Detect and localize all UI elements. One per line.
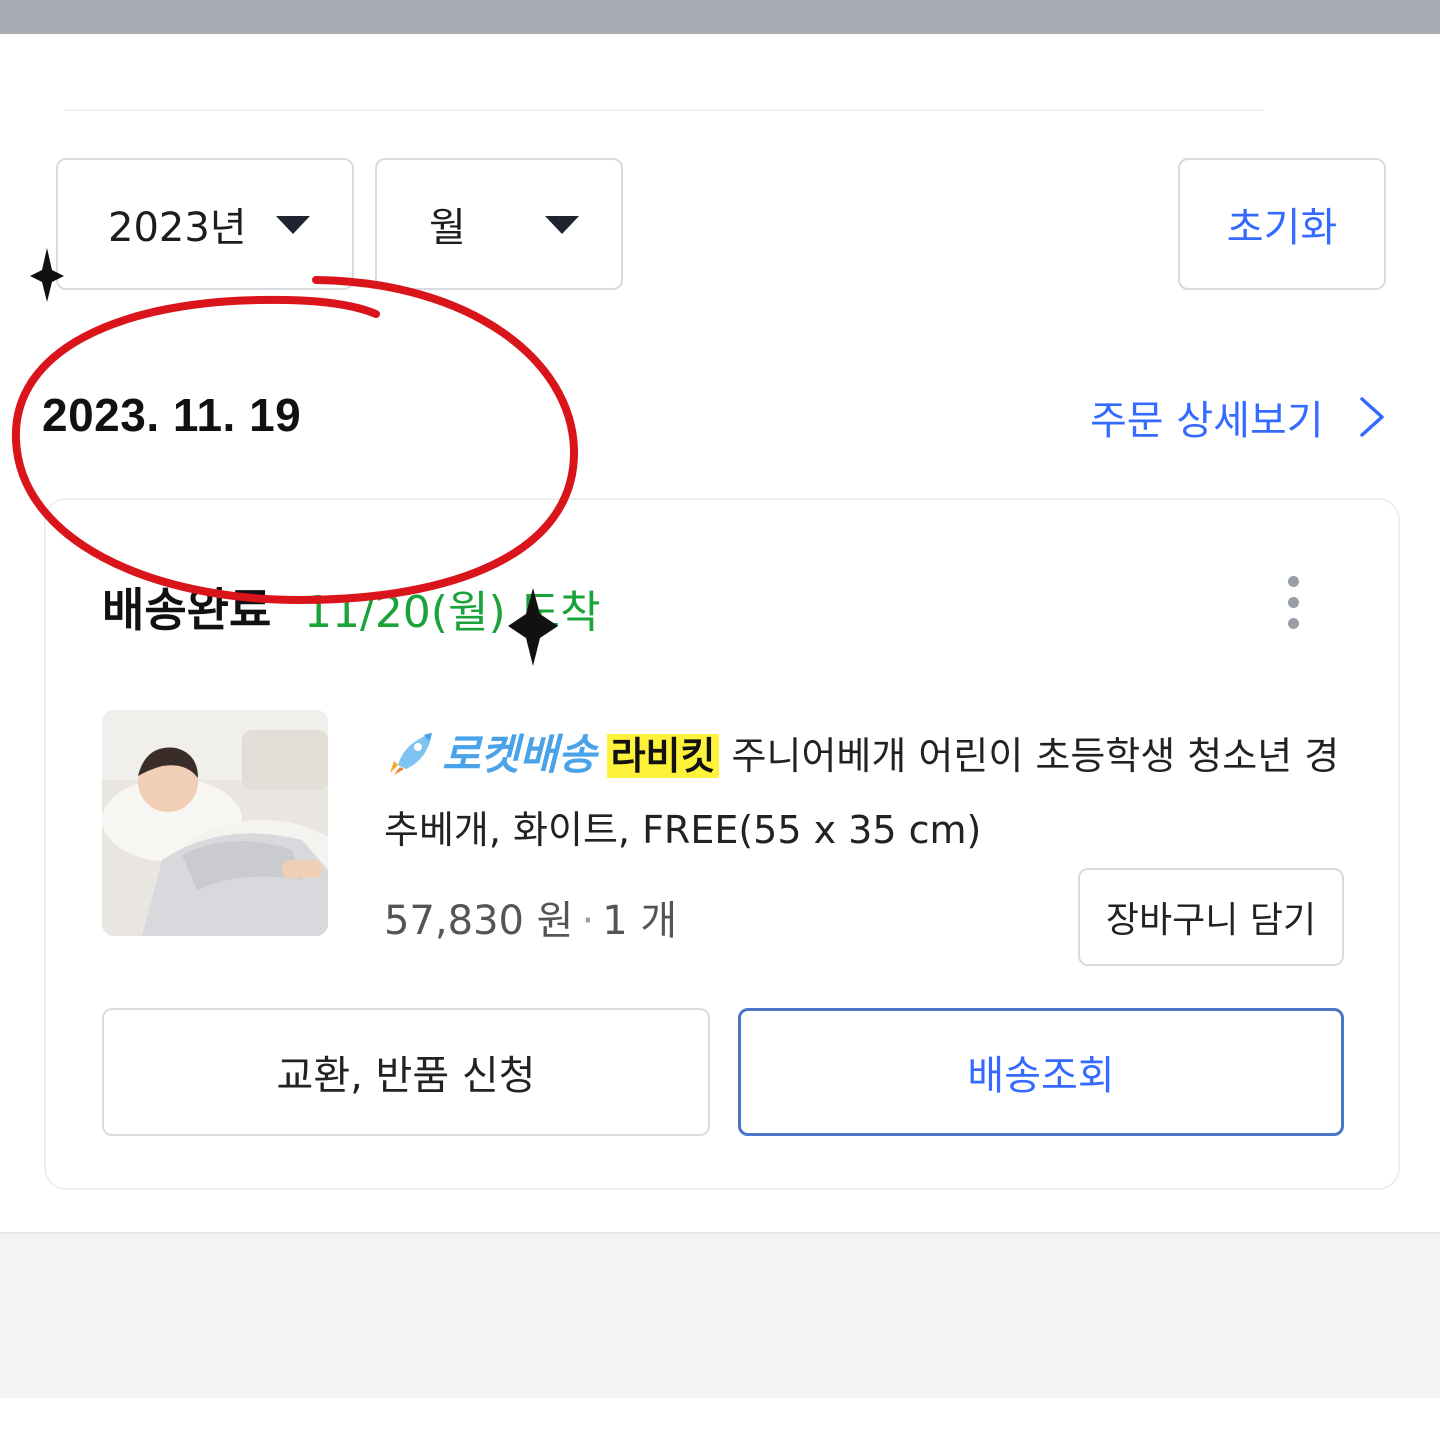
add-to-cart-button[interactable]: 장바구니 담기 — [1078, 868, 1344, 966]
product-title[interactable]: 로켓배송 라비킷 주니어베개 어린이 초등학생 청소년 경추베개, 화이트, FR… — [384, 718, 1354, 867]
caret-down-icon — [545, 216, 579, 234]
delivery-tracking-button[interactable]: 배송조회 — [738, 1008, 1344, 1136]
rocket-delivery-badge: 로켓배송 — [442, 730, 597, 779]
top-status-strip — [0, 0, 1440, 34]
order-date: 2023. 11. 19 — [42, 389, 302, 441]
delivery-status: 배송완료 — [102, 583, 272, 637]
exchange-return-button[interactable]: 교환, 반품 신청 — [102, 1008, 710, 1136]
rocket-icon — [390, 733, 432, 775]
caret-down-icon — [276, 216, 310, 234]
month-select[interactable]: 월 — [375, 158, 623, 290]
brand-name: 라비킷 — [606, 734, 720, 778]
chevron-right-icon — [1359, 397, 1384, 437]
price: 57,830 원 — [384, 898, 574, 944]
price-quantity: 57,830 원 · 1 개 — [384, 888, 677, 946]
product-photo — [102, 710, 328, 936]
quantity: 1 개 — [602, 898, 678, 944]
more-vertical-icon[interactable] — [1278, 576, 1308, 636]
order-detail-link[interactable]: 주문 상세보기 — [1090, 388, 1388, 446]
price-separator: · — [581, 898, 595, 944]
product-image[interactable] — [102, 710, 328, 936]
bottom-area — [0, 1232, 1440, 1398]
year-select[interactable]: 2023년 — [56, 158, 354, 290]
arrival-date: 11/20(월) 도착 — [304, 587, 601, 638]
year-select-label: 2023년 — [108, 205, 247, 251]
reset-button[interactable]: 초기화 — [1178, 158, 1386, 290]
header-divider — [64, 109, 1264, 111]
month-select-label: 월 — [429, 205, 466, 251]
order-detail-label: 주문 상세보기 — [1090, 398, 1324, 444]
order-card: 배송완료 11/20(월) 도착 로켓배송 라비킷 주니어베개 어린이 초등학생 … — [44, 498, 1400, 1190]
